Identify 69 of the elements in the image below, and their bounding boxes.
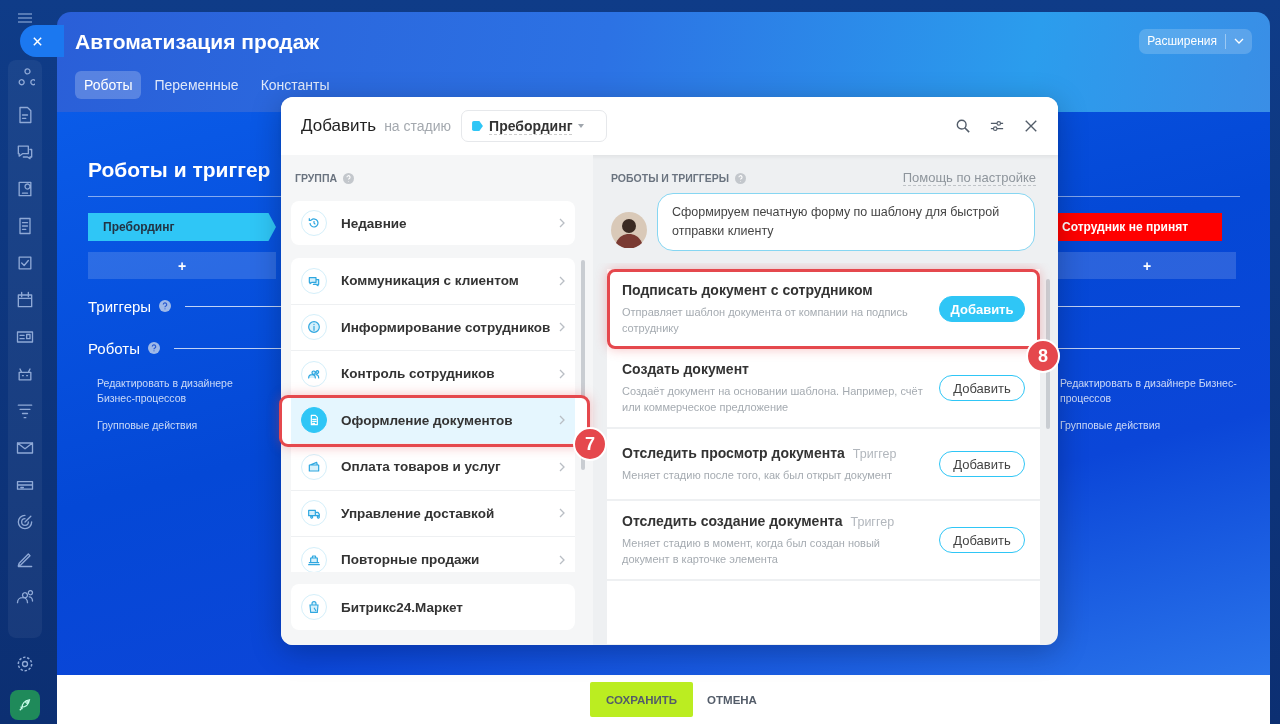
dialog-title: Добавить — [301, 116, 377, 136]
robots-label: Роботы — [88, 339, 140, 357]
robot-description: Меняет стадию в момент, когда был создан новый документ в карточке элемента — [622, 536, 881, 567]
close-button[interactable] — [20, 25, 64, 57]
stage-bar[interactable]: Пребординг — [88, 213, 276, 241]
robot-title: Создать документ — [622, 361, 749, 377]
help-icon[interactable] — [147, 342, 160, 354]
avatar — [611, 212, 647, 248]
group-item[interactable]: Оплата товаров и услуг — [291, 444, 575, 491]
robot-title: Отследить создание документа — [622, 513, 843, 529]
step-badge: 8 — [1026, 339, 1060, 373]
chevron-icon — [559, 508, 565, 519]
robot-title: Отследить просмотр документа — [622, 445, 845, 461]
chevron-icon — [559, 218, 565, 228]
hint-bubble: Сформируем печатную форму по шаблону для быстрой отправки клиенту — [657, 193, 1035, 251]
tab[interactable]: Переменные — [145, 71, 248, 99]
add-button[interactable]: + — [88, 252, 276, 279]
chevron-icon — [559, 415, 565, 426]
trigger-tag: Триггер — [852, 447, 897, 461]
add-button[interactable]: Добавить — [939, 375, 1025, 401]
link[interactable]: Групповые действия — [97, 418, 267, 433]
save-button[interactable]: СОХРАНИТЬ — [590, 682, 694, 717]
chevron-icon — [559, 322, 565, 333]
link[interactable]: Редактировать в дизайнере Бизнес-процессов — [97, 376, 267, 406]
trigger-tag: Триггер — [850, 515, 895, 529]
help-icon[interactable] — [159, 300, 172, 312]
group-item[interactable]: Повторные продажи — [291, 537, 575, 572]
menu-icon[interactable] — [17, 13, 32, 23]
chevron-icon — [1234, 38, 1244, 44]
history-icon — [306, 215, 322, 231]
chevron-icon — [559, 275, 565, 286]
robots-header: РОБОТЫ И ТРИГГЕРЫ — [611, 172, 729, 184]
robot-title: Подписать документ с сотрудником — [622, 282, 873, 298]
link[interactable]: Редактировать в дизайнере Бизнес-процессов — [1060, 376, 1238, 406]
stage-bar[interactable]: Сотрудник не принят — [1058, 213, 1222, 241]
stage-prefix: на стадию — [384, 118, 452, 134]
add-button[interactable]: Добавить — [939, 451, 1025, 477]
cancel-button[interactable]: ОТМЕНА — [707, 693, 757, 706]
close-icon — [32, 35, 43, 47]
robot-description: Отправляет шаблон документа от компании на подпись сотруднику — [622, 305, 909, 336]
chevron-icon — [559, 461, 565, 472]
robot-description: Меняет стадию после того, как был открыт документ — [622, 468, 894, 483]
add-button[interactable]: + — [1058, 252, 1236, 279]
search-icon[interactable] — [956, 119, 970, 133]
add-button[interactable]: Добавить — [939, 527, 1025, 553]
scrollbar[interactable] — [1046, 279, 1050, 429]
link[interactable]: Групповые действия — [1060, 418, 1238, 433]
caret-icon — [578, 124, 585, 128]
shopping-bag-icon — [306, 599, 322, 615]
scrollbar[interactable] — [581, 260, 585, 470]
group-item[interactable]: Оформление документов — [291, 397, 575, 444]
group-item[interactable]: Информирование сотрудников — [291, 304, 575, 351]
group-item[interactable]: Битрикс24.Маркет — [291, 584, 575, 630]
group-item[interactable]: Недавние — [291, 201, 575, 245]
chevron-icon — [559, 554, 565, 565]
stage-dropdown[interactable]: Пребординг — [461, 110, 608, 142]
page-title: Автоматизация продаж — [75, 30, 320, 54]
group-header: ГРУППА — [295, 172, 338, 184]
group-item[interactable]: Коммуникация с клиентом — [291, 258, 575, 305]
rocket-button[interactable] — [9, 690, 40, 720]
chevron-icon — [559, 368, 565, 379]
robot-description: Создаёт документ на основании шаблона. Например, счёт или коммерческое предложение — [622, 384, 924, 415]
group-item[interactable]: Управление доставкой — [291, 490, 575, 537]
close-icon[interactable] — [1024, 119, 1038, 133]
tab[interactable]: Константы — [251, 71, 339, 99]
triggers-label: Триггеры — [88, 297, 152, 315]
settings-sliders-icon[interactable] — [990, 119, 1004, 133]
tab[interactable]: Роботы — [75, 71, 142, 99]
step-badge: 7 — [573, 427, 607, 461]
